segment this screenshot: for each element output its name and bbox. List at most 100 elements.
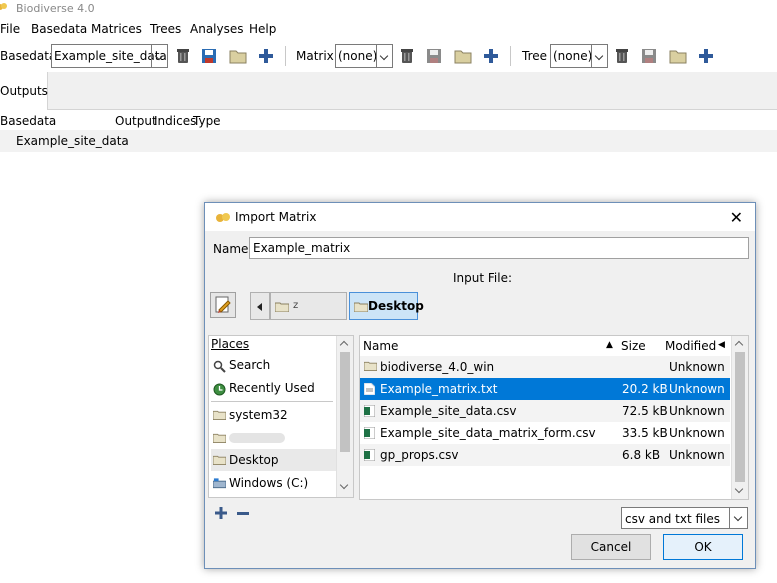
folder-icon <box>275 302 289 312</box>
folder-icon <box>213 433 226 443</box>
places-item-label: Windows (C:) <box>229 476 309 490</box>
file-name: biodiverse_4.0_win <box>380 360 495 374</box>
dialog-title: Import Matrix <box>235 210 317 224</box>
menu-trees[interactable]: Trees <box>150 22 181 36</box>
file-size: 20.2 kB <box>622 382 668 396</box>
col-header-indices[interactable]: Indices <box>154 114 196 128</box>
col-header-size[interactable]: Size <box>621 339 646 353</box>
tab-outputs[interactable]: Outputs <box>0 72 48 110</box>
file-modified: Unknown <box>669 360 725 374</box>
col-header-output[interactable]: Output <box>115 114 157 128</box>
file-modified: Unknown <box>669 404 725 418</box>
add-tree-icon[interactable] <box>697 47 715 65</box>
places-separator <box>211 401 333 402</box>
places-item-redacted[interactable] <box>211 427 336 449</box>
cancel-button[interactable]: Cancel <box>571 534 651 560</box>
type-location-button[interactable] <box>210 292 236 318</box>
breadcrumb-scroll-left-button[interactable] <box>250 292 270 320</box>
col-header-basedata[interactable]: Basedata <box>0 114 56 128</box>
basedata-label: Basedata <box>0 49 57 63</box>
tab-strip: Outputs <box>0 72 777 110</box>
add-matrix-icon[interactable] <box>482 47 500 65</box>
delete-basedata-icon[interactable] <box>174 47 192 65</box>
file-row[interactable]: Example_site_data.csv 72.5 kB Unknown <box>360 400 730 422</box>
add-basedata-icon[interactable] <box>257 47 275 65</box>
places-item-recently-used[interactable]: Recently Used <box>211 377 336 399</box>
scrollbar-thumb[interactable] <box>735 352 745 482</box>
file-size: 6.8 kB <box>622 448 661 462</box>
matrix-name-input[interactable] <box>249 237 749 259</box>
toolbar-separator <box>510 46 511 66</box>
file-type-filter[interactable]: csv and txt files <box>621 507 748 529</box>
menu-analyses[interactable]: Analyses <box>190 22 244 36</box>
places-item-desktop[interactable]: Desktop <box>211 449 336 471</box>
file-row[interactable]: biodiverse_4.0_win Unknown <box>360 356 730 378</box>
save-tree-icon[interactable] <box>640 47 658 65</box>
table-row[interactable]: Example_site_data <box>0 130 777 152</box>
folder-icon <box>364 361 377 371</box>
chevron-down-icon <box>339 480 349 490</box>
menubar: File Basedata Matrices Trees Analyses He… <box>0 20 777 40</box>
open-folder-icon[interactable] <box>669 47 687 65</box>
menu-help[interactable]: Help <box>249 22 276 36</box>
dialog-titlebar: Import Matrix ✕ <box>205 203 755 231</box>
search-icon <box>213 360 226 373</box>
open-folder-icon[interactable] <box>229 47 247 65</box>
spreadsheet-file-icon <box>364 449 375 461</box>
file-name: Example_site_data.csv <box>380 404 517 418</box>
places-item-search[interactable]: Search <box>211 354 336 376</box>
spreadsheet-file-icon <box>364 405 375 417</box>
places-scrollbar[interactable] <box>336 336 353 497</box>
tree-combo[interactable]: (none) <box>550 44 608 68</box>
col-header-modified[interactable]: Modified <box>665 339 716 353</box>
window-titlebar: Biodiverse 4.0 <box>0 0 777 18</box>
file-name: Example_site_data_matrix_form.csv <box>380 426 596 440</box>
menu-file[interactable]: File <box>0 22 20 36</box>
basedata-combo[interactable]: Example_site_data <box>51 44 168 68</box>
menu-basedata[interactable]: Basedata <box>31 22 87 36</box>
toolbar-separator <box>285 46 286 66</box>
biodiverse-logo-icon <box>0 3 7 10</box>
chevron-down-icon <box>729 508 747 528</box>
places-item-label: system32 <box>229 408 288 422</box>
add-bookmark-icon[interactable] <box>215 507 227 519</box>
remove-bookmark-icon[interactable] <box>237 512 249 515</box>
places-item-label: Recently Used <box>229 381 315 395</box>
ok-button[interactable]: OK <box>663 534 743 560</box>
places-header: Places <box>211 337 250 351</box>
delete-matrix-icon[interactable] <box>398 47 416 65</box>
import-matrix-dialog: Import Matrix ✕ Name Input File: z Deskt… <box>204 202 756 569</box>
file-list-scrollbar[interactable] <box>731 336 748 499</box>
open-folder-icon[interactable] <box>454 47 472 65</box>
input-file-label: Input File: <box>453 271 513 285</box>
breadcrumb-parent-folder[interactable]: z <box>270 292 347 320</box>
sort-ascending-icon: ▲ <box>606 340 613 350</box>
delete-tree-icon[interactable] <box>613 47 631 65</box>
chevron-down-icon <box>376 45 392 67</box>
chevron-up-icon <box>734 340 744 350</box>
file-modified: Unknown <box>669 382 725 396</box>
folder-icon <box>354 302 368 312</box>
close-icon[interactable]: ✕ <box>730 208 743 227</box>
save-basedata-icon[interactable] <box>200 47 218 65</box>
places-panel: Places Search Recently Used system32 Des… <box>208 335 354 498</box>
chevron-up-icon <box>339 340 349 350</box>
sort-left-icon: ◀ <box>718 340 725 350</box>
save-matrix-icon[interactable] <box>425 47 443 65</box>
col-header-type[interactable]: Type <box>193 114 221 128</box>
scrollbar-thumb[interactable] <box>340 352 350 452</box>
file-modified: Unknown <box>669 426 725 440</box>
file-row[interactable]: Example_site_data_matrix_form.csv 33.5 k… <box>360 422 730 444</box>
matrix-combo[interactable]: (none) <box>335 44 393 68</box>
menu-matrices[interactable]: Matrices <box>91 22 142 36</box>
file-row-selected[interactable]: Example_matrix.txt 20.2 kB Unknown <box>360 378 730 400</box>
folder-icon <box>213 410 226 420</box>
file-row[interactable]: gp_props.csv 6.8 kB Unknown <box>360 444 730 466</box>
file-type-filter-value: csv and txt files <box>625 512 721 526</box>
col-header-name[interactable]: Name <box>363 339 398 353</box>
places-item-windows-c[interactable]: Windows (C:) <box>211 472 336 494</box>
tab-outputs-label: Outputs <box>0 84 48 98</box>
places-item-system32[interactable]: system32 <box>211 404 336 426</box>
breadcrumb-desktop[interactable]: Desktop <box>349 292 424 320</box>
file-size: 33.5 kB <box>622 426 668 440</box>
